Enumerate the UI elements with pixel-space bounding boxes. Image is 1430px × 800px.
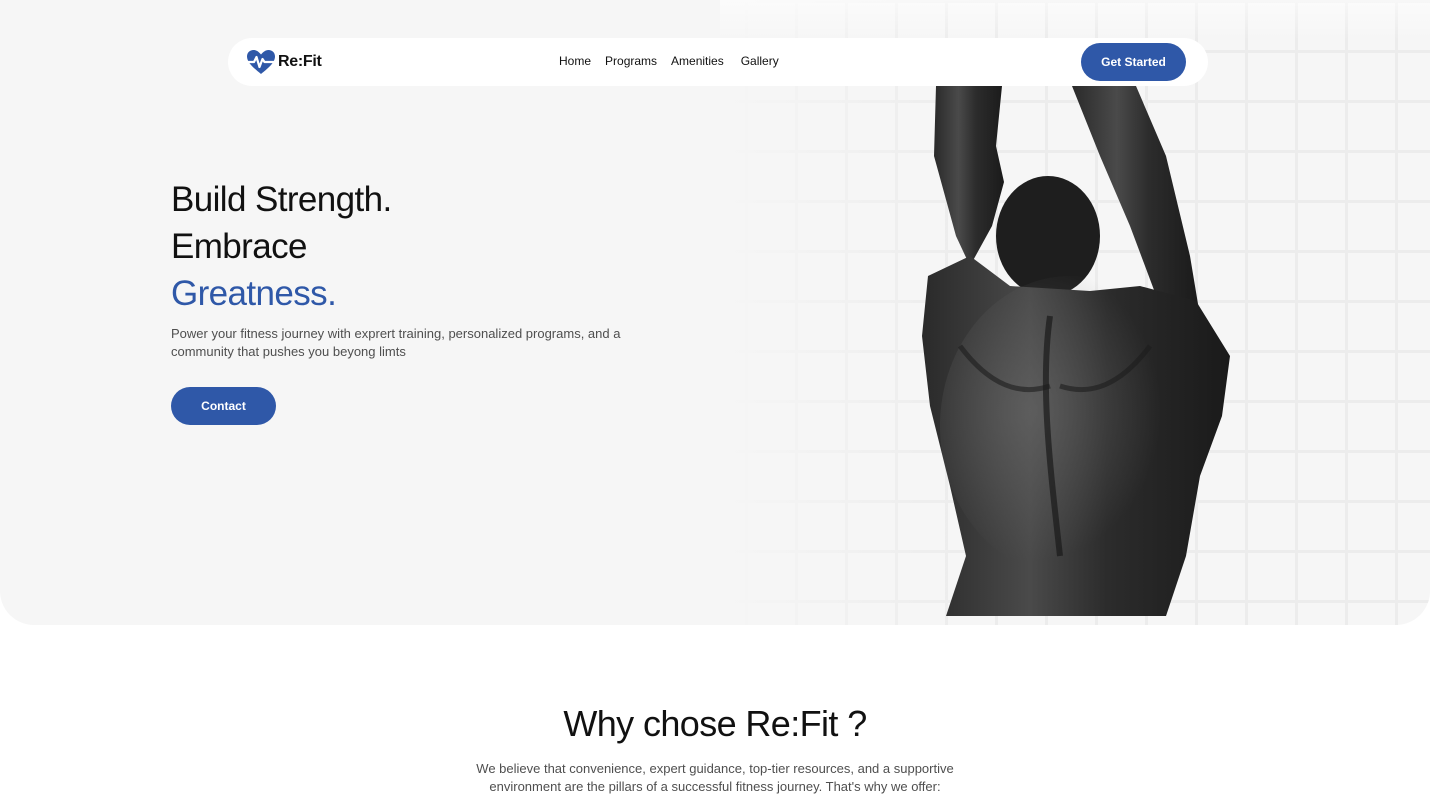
hero-subtitle: Power your fitness journey with exprert … xyxy=(171,326,621,359)
nav-home[interactable]: Home xyxy=(559,54,591,68)
athlete-image xyxy=(922,86,1230,616)
brand-logo[interactable]: Re:Fit xyxy=(246,49,322,75)
hero-section: Re:Fit Home Programs Amenities Gallery G… xyxy=(0,0,1430,625)
grid-fade-top-overlay xyxy=(720,0,1430,40)
nav-programs[interactable]: Programs xyxy=(605,54,657,68)
heart-pulse-icon xyxy=(246,50,276,74)
headline-line-2: Embrace xyxy=(171,227,307,266)
nav-links: Home Programs Amenities Gallery xyxy=(559,54,793,68)
why-section-description: We believe that convenience, expert guid… xyxy=(476,761,954,794)
top-navbar: Re:Fit Home Programs Amenities Gallery G… xyxy=(228,38,1208,86)
get-started-button[interactable]: Get Started xyxy=(1081,43,1186,81)
headline-line-1: Build Strength. xyxy=(171,180,392,219)
contact-button[interactable]: Contact xyxy=(171,387,276,425)
hero-headline: Build Strength. Embrace Greatness. xyxy=(171,176,392,317)
why-section-title: Why chose Re:Fit ? xyxy=(563,703,867,744)
nav-amenities[interactable]: Amenities xyxy=(671,54,724,68)
brand-name: Re:Fit xyxy=(278,53,322,70)
headline-line-3: Greatness. xyxy=(171,274,337,313)
nav-gallery[interactable]: Gallery xyxy=(741,54,779,68)
